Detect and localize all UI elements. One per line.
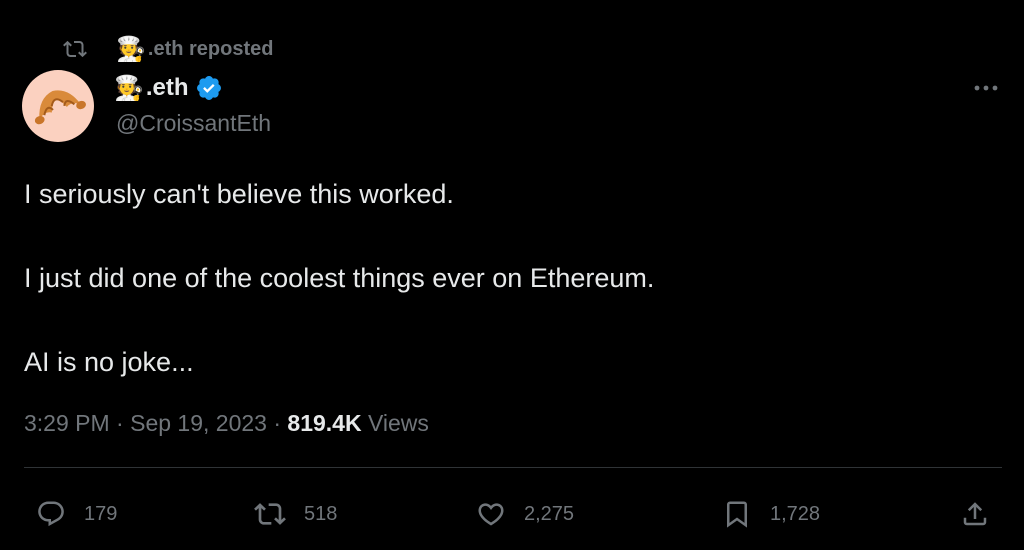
repost-label: .eth reposted (147, 37, 274, 60)
repost-button[interactable]: 518 (254, 492, 337, 536)
meta-separator: · (116, 410, 124, 436)
bookmark-icon (727, 501, 747, 528)
user-handle[interactable]: @CroissantEth (116, 110, 271, 137)
bookmark-button[interactable]: 1,728 (722, 492, 820, 536)
reply-icon (38, 501, 64, 527)
display-name[interactable]: 🧑‍🍳 .eth (114, 74, 223, 102)
display-name-text: .eth (145, 74, 189, 101)
action-bar: 179 518 2,275 1,728 (0, 492, 1024, 536)
chef-emoji: 🧑‍🍳 (116, 35, 146, 63)
croissant-icon (34, 90, 86, 125)
divider (24, 467, 1002, 468)
tweet-time[interactable]: 3:29 PM (24, 410, 110, 436)
more-icon (974, 85, 998, 91)
like-button[interactable]: 2,275 (476, 492, 574, 536)
more-options-button[interactable] (970, 76, 1002, 100)
reply-count: 179 (84, 502, 118, 525)
share-icon (963, 502, 987, 526)
repost-indicator[interactable]: 🧑‍🍳 .eth reposted (62, 34, 273, 64)
repost-icon (254, 503, 286, 525)
tweet-date[interactable]: Sep 19, 2023 (130, 410, 267, 436)
repost-count: 518 (304, 502, 338, 525)
tweet-paragraph: AI is no joke... (24, 347, 194, 377)
share-button[interactable] (960, 492, 990, 536)
views-count: 819.4K (287, 410, 362, 436)
heart-icon (478, 503, 504, 526)
like-count: 2,275 (524, 502, 575, 525)
avatar[interactable] (22, 70, 94, 142)
views-label: Views (367, 410, 429, 436)
tweet-paragraph: I seriously can't believe this worked. (24, 179, 454, 209)
verified-badge-icon[interactable] (195, 74, 223, 102)
tweet-meta: 3:29 PM · Sep 19, 2023 · 819.4K Views (24, 410, 429, 437)
bookmark-count: 1,728 (770, 502, 821, 525)
reply-button[interactable]: 179 (36, 492, 117, 536)
repost-icon (62, 36, 88, 62)
tweet-body: I seriously can't believe this worked. I… (24, 176, 994, 428)
meta-separator: · (273, 410, 282, 436)
tweet-paragraph: I just did one of the coolest things eve… (24, 263, 655, 293)
chef-emoji: 🧑‍🍳 (114, 74, 144, 102)
